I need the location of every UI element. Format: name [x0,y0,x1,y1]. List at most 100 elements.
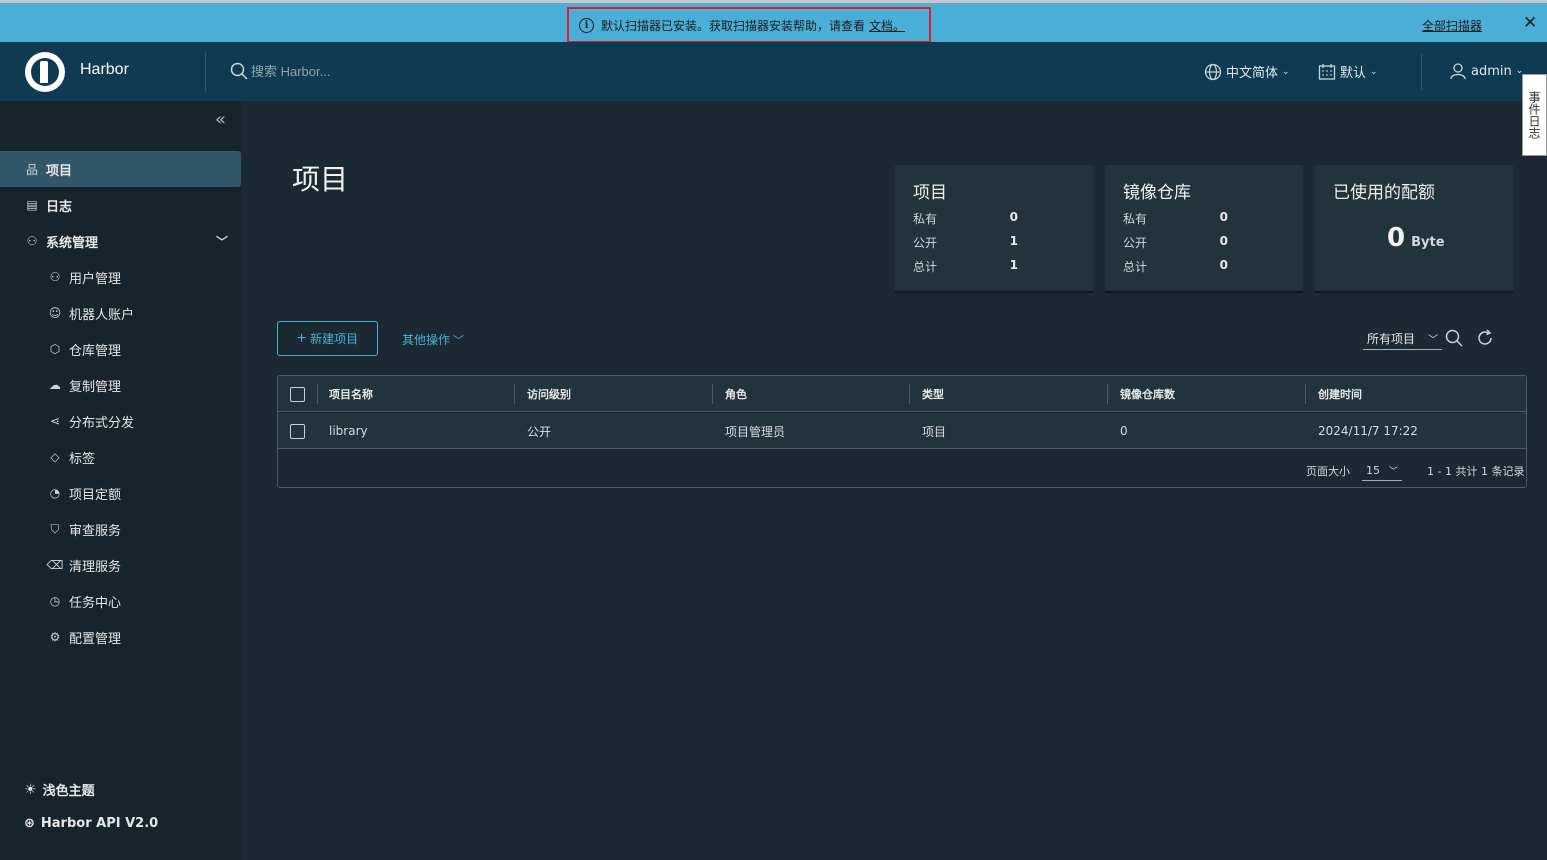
other-actions-label: 其他操作 [402,333,451,347]
filter-label: 所有项目 [1367,332,1416,346]
card-title: 镜像仓库 [1123,183,1191,203]
global-search[interactable] [230,62,411,80]
collapse-sidebar-icon[interactable]: « [215,109,226,130]
column-header-name[interactable]: 项目名称 [329,376,373,412]
page-size-label: 页面大小 [1306,465,1350,478]
quota-value: 0 [1387,223,1406,253]
sidebar-item-label: 复制管理 [69,379,122,395]
quota-summary-card: 已使用的配额 0 Byte [1315,165,1513,291]
cell-created: 2024/11/7 17:22 [1318,424,1418,438]
alert-banner: i 默认扫描器已安装。获取扫描器安装帮助，请查看 文档。 全部扫描器 ✕ [0,0,1547,43]
sidebar-item-label: 项目 [46,163,73,179]
refresh-icon[interactable] [1476,329,1494,347]
card-row: 总计 0 [1123,258,1228,274]
select-all-checkbox[interactable] [290,386,305,402]
project-name-link[interactable]: library [329,413,368,449]
sidebar-item-label: 任务中心 [69,595,122,611]
language-selector[interactable]: 中文简体 ⌄ [1204,62,1290,81]
sidebar-item-labels[interactable]: ◇ 标签 [0,439,241,475]
user-menu[interactable]: admin ⌄ [1449,62,1523,80]
table-header: 项目名称 访问级别 角色 类型 镜像仓库数 创建时间 [278,376,1526,412]
chevron-down-icon: ﹀ [1428,335,1438,346]
pagination-info: 1 - 1 共计 1 条记录 [1427,465,1525,478]
brand-name[interactable]: Harbor [80,61,129,79]
table-footer: 页面大小 15 ﹀ 1 - 1 共计 1 条记录 [278,450,1526,486]
other-actions-dropdown[interactable]: 其他操作 ﹀ [402,331,464,348]
api-icon: ⊛ [24,816,35,831]
column-header-access[interactable]: 访问级别 [527,376,571,412]
card-row: 私有 0 [913,210,1018,226]
sidebar-item-quotas[interactable]: ◔ 项目定额 [0,475,241,511]
plus-icon: + [296,329,307,347]
card-row: 总计 1 [913,258,1018,274]
shield-icon: ⛉ [50,521,60,536]
sidebar-item-projects[interactable]: 品 项目 [0,151,241,187]
sidebar-item-label: 审查服务 [69,523,122,539]
column-header-repo-count[interactable]: 镜像仓库数 [1120,376,1175,412]
chevron-down-icon: ﹀ [1388,467,1398,477]
column-header-type[interactable]: 类型 [922,376,944,412]
event-log-tab[interactable]: 事件日志 [1522,74,1547,156]
projects-table: 项目名称 访问级别 角色 类型 镜像仓库数 创建时间 library 公开 项目… [277,375,1527,488]
sidebar-item-admin[interactable]: ⚇ 系统管理 ﹀ [0,223,241,259]
language-label: 中文简体 [1226,66,1279,81]
calendar-icon [1318,63,1336,80]
theme-label: 浅色主题 [42,784,95,799]
sidebar-item-users[interactable]: ⚇ 用户管理 [0,259,241,295]
sidebar-item-label: 系统管理 [46,235,99,251]
card-title: 项目 [913,183,947,203]
sidebar-item-label: 机器人账户 [69,307,135,323]
column-header-role[interactable]: 角色 [725,376,747,412]
chevron-down-icon: ﹀ [453,333,465,347]
gear-icon: ⚙ [49,630,61,644]
row-checkbox[interactable] [290,423,305,439]
column-header-created[interactable]: 创建时间 [1318,376,1362,412]
sidebar-item-replication[interactable]: ☁ 复制管理 [0,367,241,403]
harbor-logo-icon[interactable] [25,52,65,92]
sidebar: « 品 项目 ▤ 日志 ⚇ 系统管理 ﹀ ⚇ 用户管理 ☺ 机器人账户 ⬡ 仓库… [0,101,241,860]
registry-icon: ⬡ [49,342,61,356]
theme-toggle[interactable]: ☀ 浅色主题 [24,780,95,800]
api-link[interactable]: ⊛ Harbor API V2.0 [24,816,158,831]
sidebar-item-registries[interactable]: ⬡ 仓库管理 [0,331,241,367]
new-project-button[interactable]: + 新建项目 [277,321,378,356]
quota-icon: ◔ [49,486,61,500]
cell-type: 项目 [922,424,947,439]
logs-icon: ▤ [26,198,38,212]
sidebar-item-label: 仓库管理 [69,343,122,359]
sidebar-item-jobs[interactable]: ◷ 任务中心 [0,583,241,619]
sidebar-item-robots[interactable]: ☺ 机器人账户 [0,295,241,331]
share-icon: ⋖ [49,414,61,428]
sidebar-item-cleanup[interactable]: ⌫ 清理服务 [0,547,241,583]
alert-doc-link[interactable]: 文档。 [869,17,905,34]
alert-message-box: i 默认扫描器已安装。获取扫描器安装帮助，请查看 文档。 [567,7,931,43]
chevron-down-icon: ﹀ [216,234,229,249]
top-header: Harbor 中文简体 ⌄ 默认 ⌄ admin ⌄ [0,42,1547,101]
api-label: Harbor API V2.0 [40,816,159,831]
sidebar-item-label: 项目定额 [69,487,122,503]
sidebar-item-label: 配置管理 [69,631,122,647]
close-icon[interactable]: ✕ [1523,13,1537,33]
search-icon[interactable] [1445,329,1463,347]
datetime-label: 默认 [1340,66,1367,81]
cell-access: 公开 [527,424,552,439]
robot-icon: ☺ [48,306,62,320]
page-size-select[interactable]: 15 ﹀ [1362,461,1402,481]
chevron-down-icon: ⌄ [1370,66,1378,77]
sidebar-item-distribution[interactable]: ⋖ 分布式分发 [0,403,241,439]
sidebar-item-label: 日志 [46,199,73,215]
cell-role: 项目管理员 [725,424,786,439]
project-filter-select[interactable]: 所有项目 ﹀ [1363,328,1442,350]
sidebar-item-label: 标签 [69,451,96,467]
new-project-label: 新建项目 [310,332,359,346]
globe-icon [1204,63,1222,80]
all-scanners-link[interactable]: 全部扫描器 [1422,17,1482,34]
sidebar-item-logs[interactable]: ▤ 日志 [0,187,241,223]
search-input[interactable] [251,63,411,79]
card-row: 私有 0 [1123,210,1228,226]
sidebar-item-interrogation[interactable]: ⛉ 审查服务 [0,511,241,547]
quota-unit: Byte [1411,235,1445,250]
datetime-selector[interactable]: 默认 ⌄ [1318,62,1378,81]
repositories-summary-card: 镜像仓库 私有 0 公开 0 总计 0 [1105,165,1303,291]
sidebar-item-config[interactable]: ⚙ 配置管理 [0,619,241,655]
